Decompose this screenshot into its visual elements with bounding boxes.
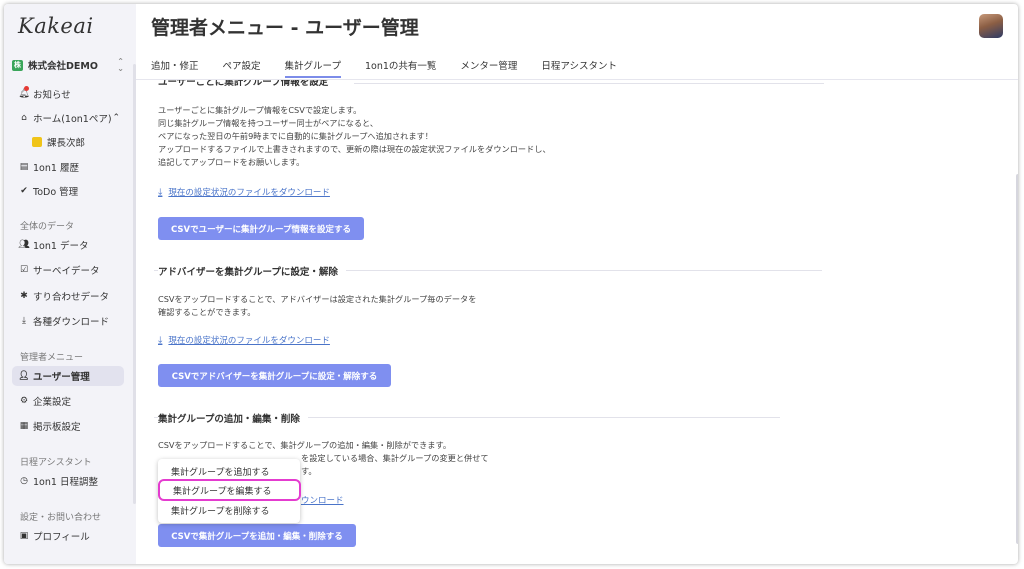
user-gear-icon: 👤︎ xyxy=(18,371,30,381)
sidebar-heading-settings: 設定・お問い合わせ xyxy=(20,513,102,523)
description-line: 同じ集計グループ情報を持つユーザー同士がペアになると、 xyxy=(158,118,379,128)
company-badge-icon: 株 xyxy=(12,59,23,71)
sidebar-heading-all-data: 全体のデータ xyxy=(20,222,75,232)
id-card-icon: ▣ xyxy=(19,531,29,541)
sidebar-item-company-settings[interactable]: ⚙ 企業設定 xyxy=(12,391,124,411)
download-link-label: ウンロード xyxy=(301,496,344,506)
sidebar-item-label: ユーザー管理 xyxy=(33,372,90,383)
sidebar-item-label: すり合わせデータ xyxy=(33,292,110,303)
sidebar-item-history[interactable]: ▤ 1on1 履歴 xyxy=(12,157,124,177)
tab-aggregate-groups[interactable]: 集計グループ xyxy=(284,58,341,78)
section2-download-link[interactable]: ⤓ 現在の設定状況のファイルをダウンロード xyxy=(158,334,330,347)
section1-description: ユーザーごとに集計グループ情報をCSVで設定します。 同じ集計グループ情報を持つ… xyxy=(158,104,551,169)
sidebar-item-label: 1on1 日程調整 xyxy=(33,477,98,488)
action-dropdown-menu: 集計グループを追加する 集計グループを編集する 集計グループを削除する xyxy=(158,459,301,523)
section3-description-line3: す。 xyxy=(301,466,317,476)
description-line: 確認することができます。 xyxy=(158,307,256,317)
company-switcher[interactable]: 株 株式会社DEMO ⌃ ⌄ xyxy=(12,56,124,74)
sidebar: Kakeai 株 株式会社DEMO ⌃ ⌄ 🔔︎ お知らせ ⌂ ホーム(1on1ペ… xyxy=(4,4,136,564)
download-icon: ⤓ xyxy=(158,334,163,346)
tab-mentor-management[interactable]: メンター管理 xyxy=(460,58,517,78)
company-name: 株式会社DEMO xyxy=(28,61,98,72)
sidebar-item-label: サーベイデータ xyxy=(33,266,100,277)
upload-advisors-button[interactable]: CSVでアドバイザーを集計グループに設定・解除する xyxy=(158,364,391,387)
app-logo: Kakeai xyxy=(18,14,94,38)
upload-user-groups-button[interactable]: CSVでユーザーに集計グループ情報を設定する xyxy=(158,217,364,240)
menu-item-delete-group[interactable]: 集計グループを削除する xyxy=(158,501,300,519)
sidebar-item-user-management[interactable]: 👤︎ ユーザー管理 xyxy=(12,366,124,386)
sidebar-scrollbar[interactable] xyxy=(133,64,136,504)
sidebar-heading-schedule: 日程アシスタント xyxy=(20,458,92,468)
sidebar-item-downloads[interactable]: ⤓ 各種ダウンロード xyxy=(12,311,124,331)
sidebar-item-alignment-data[interactable]: ✱ すり合わせデータ xyxy=(12,286,124,306)
check-circle-icon: ✔ xyxy=(20,186,28,196)
section3-download-link[interactable]: ウンロード xyxy=(301,494,344,506)
section2-title: アドバイザーを集計グループに設定・解除 xyxy=(158,264,346,278)
home-icon: ⌂ xyxy=(21,113,27,123)
sidebar-item-label: お知らせ xyxy=(33,90,71,101)
puzzle-icon: ✱ xyxy=(20,291,28,301)
download-icon: ⤓ xyxy=(22,316,26,326)
sidebar-item-label: 掲示板設定 xyxy=(33,422,81,433)
download-link-label: 現在の設定状況のファイルをダウンロード xyxy=(168,188,330,198)
section2-description: CSVをアップロードすることで、アドバイザーは設定された集計グループ毎のデータを… xyxy=(158,293,476,319)
tab-add-edit[interactable]: 追加・修正 xyxy=(151,58,199,78)
section3-title: 集計グループの追加・編集・削除 xyxy=(158,411,308,425)
description-line: アップロードするファイルで上書きされますので、更新の際は現在の設定状況ファイルを… xyxy=(158,144,551,154)
description-line: ペアになった翌日の午前9時までに自動的に集計グループへ追加されます！ xyxy=(158,131,433,141)
download-link-label: 現在の設定状況のファイルをダウンロード xyxy=(168,336,330,346)
people-icon: 👥︎ xyxy=(18,240,30,250)
sidebar-item-label: プロフィール xyxy=(33,532,90,543)
tab-pair-settings[interactable]: ペア設定 xyxy=(223,58,261,78)
sidebar-item-1on1-data[interactable]: 👥︎ 1on1 データ xyxy=(12,235,124,255)
description-line: 追記してアップロードをお願いします。 xyxy=(158,157,305,167)
section3-description-line1: CSVをアップロードすることで、集計グループの追加・編集・削除ができます。 xyxy=(158,440,452,450)
upload-groups-add-edit-delete-button[interactable]: CSVで集計グループを追加・編集・削除する xyxy=(158,524,356,547)
description-line: CSVをアップロードすることで、アドバイザーは設定された集計グループ毎のデータを xyxy=(158,294,477,304)
updown-chevron-icon: ⌃ ⌄ xyxy=(117,57,124,73)
sidebar-item-label: 1on1 データ xyxy=(33,241,89,252)
sidebar-item-board-settings[interactable]: ▦ 掲示板設定 xyxy=(12,416,124,436)
sidebar-item-profile[interactable]: ▣ プロフィール xyxy=(12,526,124,546)
sidebar-item-1on1-scheduling[interactable]: ◷ 1on1 日程調整 xyxy=(12,471,124,491)
sidebar-item-label: ToDo 管理 xyxy=(33,187,79,198)
history-icon: ▤ xyxy=(19,162,29,172)
section1-title: ユーザーごとに集計グループ情報を設定 xyxy=(158,80,337,88)
page-title: 管理者メニュー - ユーザー管理 xyxy=(151,17,419,39)
description-line: ユーザーごとに集計グループ情報をCSVで設定します。 xyxy=(158,105,362,115)
company-gear-icon: ⚙ xyxy=(19,396,29,406)
board-icon: ▦ xyxy=(19,421,29,431)
section1-download-link[interactable]: ⤓ 現在の設定状況のファイルをダウンロード xyxy=(158,186,330,199)
notification-dot xyxy=(24,86,29,91)
calendar-check-icon: ☑ xyxy=(19,265,29,275)
clock-icon: ◷ xyxy=(20,476,28,486)
tab-bar: 追加・修正 ペア設定 集計グループ 1on1の共有一覧 メンター管理 日程アシス… xyxy=(151,58,641,78)
sidebar-item-label: ホーム(1on1ペア) xyxy=(33,114,112,125)
sidebar-item-todo[interactable]: ✔ ToDo 管理 xyxy=(12,181,124,201)
sidebar-item-label: 1on1 履歴 xyxy=(33,163,79,174)
avatar[interactable] xyxy=(979,14,1003,38)
sidebar-item-home[interactable]: ⌂ ホーム(1on1ペア) ⌃ xyxy=(12,108,124,128)
sidebar-item-pair-kacho[interactable]: 課長次郎 xyxy=(26,132,124,152)
sidebar-item-label: 課長次郎 xyxy=(47,138,86,149)
sidebar-item-label: 各種ダウンロード xyxy=(33,317,110,328)
sidebar-heading-admin: 管理者メニュー xyxy=(20,353,84,363)
section3-description-line2: を設定している場合、集計グループの変更と併せて xyxy=(301,453,489,463)
person-badge-icon xyxy=(32,137,42,147)
sidebar-item-label: 企業設定 xyxy=(33,397,72,408)
app-window: Kakeai 株 株式会社DEMO ⌃ ⌄ 🔔︎ お知らせ ⌂ ホーム(1on1ペ… xyxy=(4,4,1018,564)
section1-divider xyxy=(354,83,824,84)
chevron-up-icon[interactable]: ⌃ xyxy=(112,113,120,123)
tab-schedule-assistant[interactable]: 日程アシスタント xyxy=(541,58,617,78)
menu-item-edit-group[interactable]: 集計グループを編集する xyxy=(158,479,301,501)
main-scrollbar[interactable] xyxy=(1016,174,1018,544)
menu-item-add-group[interactable]: 集計グループを追加する xyxy=(158,462,300,480)
tab-1on1-shared-list[interactable]: 1on1の共有一覧 xyxy=(365,58,436,78)
sidebar-item-survey-data[interactable]: ☑ サーベイデータ xyxy=(12,260,124,280)
download-icon: ⤓ xyxy=(158,186,163,198)
section1-title-clip: ユーザーごとに集計グループ情報を設定 xyxy=(154,80,824,88)
